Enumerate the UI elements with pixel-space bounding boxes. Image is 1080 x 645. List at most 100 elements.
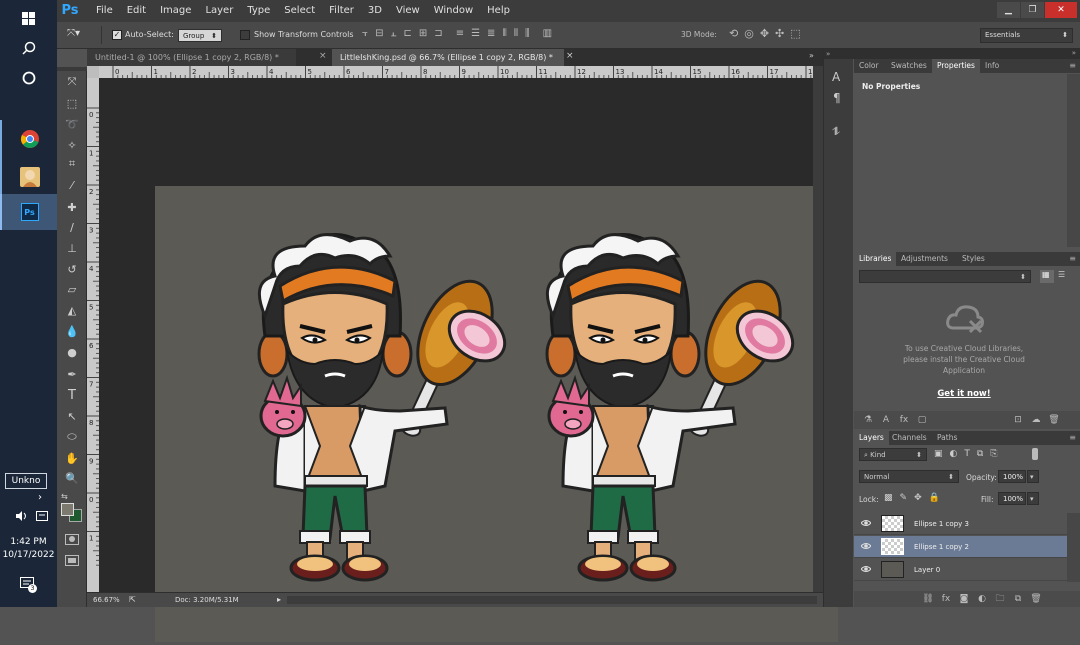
document-canvas[interactable] [155,186,838,642]
show-transform-checkbox[interactable] [240,30,250,40]
add-layer-style-icon[interactable]: fx [940,593,952,605]
link-layers-icon[interactable]: ⛓ [922,593,934,605]
auto-select-dropdown[interactable]: Group ⬍ [178,29,222,42]
blend-mode-dropdown[interactable]: Normal ⬍ [859,470,959,483]
workspace-switcher[interactable]: Essentials ⬍ [980,28,1073,43]
delete-layer-icon[interactable]: 🗑 [1030,593,1042,605]
menu-view[interactable]: View [389,0,427,22]
close-tab-icon[interactable]: × [319,51,327,61]
quick-select-tool[interactable]: ✧ [60,135,84,155]
restore-button[interactable]: ❐ [1021,2,1044,18]
tab-color[interactable]: Color [854,59,884,73]
horizontal-scrollbar[interactable] [287,596,817,604]
taskbar-app-photoshop[interactable]: Ps [0,194,57,230]
zoom-level[interactable]: 66.67% [93,596,120,604]
distribute-vcenter-icon[interactable]: ☰ [471,28,480,42]
tab-channels[interactable]: Channels [887,431,932,445]
taskbar-app-photos[interactable] [0,158,57,196]
panels-collapse-bar[interactable]: » [854,49,1080,59]
volume-icon[interactable] [16,511,28,524]
3d-pan-icon[interactable]: ✥ [760,27,769,40]
distribute-hcenter-icon[interactable]: ⫴ [514,28,518,42]
filter-smart-object-icon[interactable]: ⎘ [990,449,997,459]
tab-swatches[interactable]: Swatches [886,59,932,73]
tab-libraries[interactable]: Libraries [854,252,897,266]
menu-layer[interactable]: Layer [198,0,240,22]
menu-edit[interactable]: Edit [120,0,153,22]
tools-panel-grip[interactable] [57,67,87,71]
eyedropper-tool[interactable]: ⁄ [60,175,84,195]
paint-bucket-tool[interactable]: ◭ [60,300,84,320]
filter-type-icon[interactable]: T [964,449,970,459]
clock-time[interactable]: 1:42 PM [0,537,57,547]
close-tab-icon[interactable]: × [566,51,574,61]
distribute-top-icon[interactable]: ≡ [456,28,464,42]
tab-paths[interactable]: Paths [932,431,962,445]
layer-row-layer-0[interactable]: Layer 0 [854,559,1067,581]
menu-help[interactable]: Help [480,0,517,22]
paragraph-panel-button[interactable]: ¶ [833,91,841,105]
close-button[interactable]: ✕ [1045,2,1077,18]
add-color-icon[interactable]: ▢ [916,414,928,426]
lock-transparent-icon[interactable]: ▩ [884,493,893,503]
cloud-status-icon[interactable]: ☁ [1030,414,1042,426]
menu-window[interactable]: Window [427,0,480,22]
lock-pixels-icon[interactable]: ✎ [900,493,908,503]
align-bottom-icon[interactable]: ⫠ [390,28,396,42]
filter-shape-icon[interactable]: ⧉ [977,449,983,459]
minimize-button[interactable]: ▁ [997,2,1020,18]
tab-properties[interactable]: Properties [932,59,980,73]
zoom-tool[interactable]: 🔍 [60,468,84,488]
layer-row-ellipse-copy-2[interactable]: Ellipse 1 copy 2 [854,536,1067,558]
vertical-scrollbar[interactable] [813,66,823,592]
tab-styles[interactable]: Styles [957,252,990,266]
filter-toggle[interactable] [1032,448,1038,460]
history-brush-tool[interactable]: ↺ [60,259,84,279]
move-tool[interactable]: ⤧ [60,72,84,92]
auto-align-icon[interactable]: ▥ [543,28,552,42]
pen-tool[interactable]: ✒ [60,364,84,384]
library-select[interactable]: ⬍ [859,270,1031,283]
menu-filter[interactable]: Filter [322,0,361,22]
grid-view-button[interactable]: ▦ [1040,270,1054,283]
panel-menu-icon[interactable]: ≡ [1069,433,1076,442]
fill-dropdown-button[interactable]: ▾ [1027,492,1039,505]
menu-3d[interactable]: 3D [361,0,389,22]
panel-menu-icon[interactable]: ≡ [1069,254,1076,263]
auto-select-checkbox[interactable]: ✓ [112,30,122,40]
add-graphic-icon[interactable]: ⚗ [862,414,874,426]
opacity-dropdown-button[interactable]: ▾ [1027,470,1039,483]
lock-all-icon[interactable]: 🔒 [929,493,940,503]
visibility-eye-icon[interactable] [861,542,871,550]
layer-row-ellipse-copy-3[interactable]: Ellipse 1 copy 3 [854,513,1067,535]
action-center-button[interactable]: 3 [20,577,37,594]
distribute-left-icon[interactable]: ⦀ [502,28,506,42]
lasso-tool[interactable]: ➰ [60,114,84,134]
move-tool-preset-icon[interactable]: ⤧▾ [67,28,80,39]
fill-input[interactable]: 100% [998,492,1026,505]
delete-icon[interactable]: 🗑 [1048,414,1060,426]
tab-adjustments[interactable]: Adjustments [896,252,953,266]
menu-type[interactable]: Type [240,0,277,22]
dodge-tool[interactable]: ● [60,342,84,362]
type-tool[interactable]: T [60,385,84,405]
panel-menu-icon[interactable]: ≡ [1069,61,1076,70]
align-left-icon[interactable]: ⊏ [404,28,412,42]
align-vcenter-icon[interactable]: ⊟ [375,28,383,42]
new-adjustment-layer-icon[interactable]: ◐ [976,593,988,605]
ellipse-tool[interactable]: ⬭ [60,427,84,447]
get-it-now-link[interactable]: Get it now! [894,389,1034,399]
add-character-style-icon[interactable]: A [880,414,892,426]
layer-name[interactable]: Ellipse 1 copy 3 [914,513,969,535]
keyboard-icon[interactable] [36,511,48,524]
library-sync-icon[interactable]: ⊡ [1012,414,1024,426]
screen-mode-button[interactable] [65,555,79,566]
distribute-bottom-icon[interactable]: ≣ [487,28,495,42]
character-panel-button[interactable]: A [832,70,840,84]
chevron-right-icon[interactable]: › [38,492,42,503]
healing-brush-tool[interactable]: ✚ [60,197,84,217]
align-right-icon[interactable]: ⊐ [434,28,442,42]
filter-pixel-icon[interactable]: ▣ [934,449,943,459]
tab-overflow-icon[interactable]: » [809,51,814,60]
blur-tool[interactable]: 💧 [60,321,84,341]
